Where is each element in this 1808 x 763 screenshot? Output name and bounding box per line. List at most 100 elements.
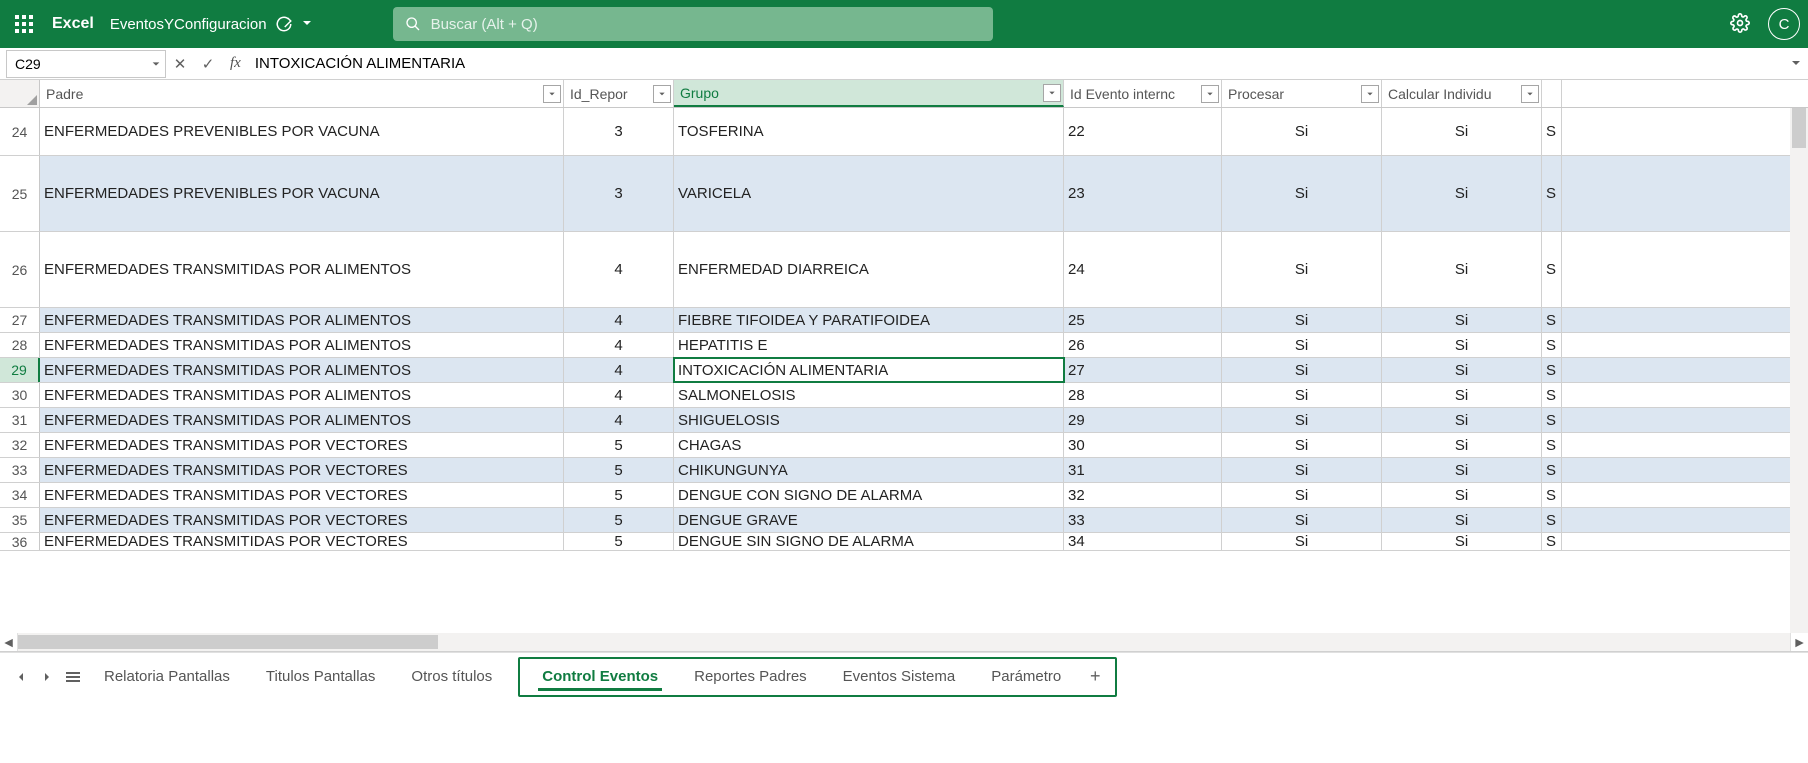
cell-last[interactable]: S (1542, 156, 1562, 231)
cell-idrep[interactable]: 5 (564, 458, 674, 482)
cell-grupo[interactable]: CHIKUNGUNYA (674, 458, 1064, 482)
cell-idevt[interactable]: 27 (1064, 358, 1222, 382)
cell-padre[interactable]: ENFERMEDADES TRANSMITIDAS POR VECTORES (40, 508, 564, 532)
app-launcher-icon[interactable] (8, 8, 40, 40)
expand-formula-bar-icon[interactable] (1784, 56, 1808, 72)
filter-dropdown-icon[interactable] (1361, 85, 1379, 103)
sheet-tab[interactable]: Reportes Padres (676, 659, 825, 695)
search-input[interactable] (431, 16, 981, 33)
column-header-idrep[interactable]: Id_Repor (564, 80, 674, 107)
tab-nav-prev-icon[interactable] (8, 664, 34, 690)
cell-padre[interactable]: ENFERMEDADES PREVENIBLES POR VACUNA (40, 156, 564, 231)
cell-idrep[interactable]: 4 (564, 383, 674, 407)
cell-proc[interactable]: Si (1222, 232, 1382, 307)
settings-icon[interactable] (1730, 13, 1750, 36)
row-header[interactable]: 31 (0, 408, 40, 432)
sheet-tab[interactable]: Otros títulos (393, 657, 510, 697)
cell-idevt[interactable]: 29 (1064, 408, 1222, 432)
select-all-corner[interactable] (0, 80, 40, 107)
cell-calc[interactable]: Si (1382, 383, 1542, 407)
cell-proc[interactable]: Si (1222, 433, 1382, 457)
cell-padre[interactable]: ENFERMEDADES TRANSMITIDAS POR VECTORES (40, 533, 564, 550)
cell-idrep[interactable]: 5 (564, 483, 674, 507)
filter-dropdown-icon[interactable] (1043, 84, 1061, 102)
cell-calc[interactable]: Si (1382, 308, 1542, 332)
cell-grupo[interactable]: DENGUE SIN SIGNO DE ALARMA (674, 533, 1064, 550)
row-header[interactable]: 24 (0, 108, 40, 155)
cell-proc[interactable]: Si (1222, 483, 1382, 507)
filter-dropdown-icon[interactable] (653, 85, 671, 103)
user-avatar[interactable]: C (1768, 8, 1800, 40)
cell-calc[interactable]: Si (1382, 508, 1542, 532)
cell-idevt[interactable]: 28 (1064, 383, 1222, 407)
filter-dropdown-icon[interactable] (1201, 85, 1219, 103)
scroll-right-icon[interactable]: ► (1790, 633, 1808, 651)
sheet-tab[interactable]: Control Eventos (524, 659, 676, 695)
cell-idevt[interactable]: 24 (1064, 232, 1222, 307)
cell-proc[interactable]: Si (1222, 508, 1382, 532)
column-header-grupo[interactable]: Grupo (674, 80, 1064, 107)
cell-padre[interactable]: ENFERMEDADES TRANSMITIDAS POR ALIMENTOS (40, 333, 564, 357)
cell-calc[interactable]: Si (1382, 358, 1542, 382)
cell-proc[interactable]: Si (1222, 383, 1382, 407)
cell-last[interactable]: S (1542, 433, 1562, 457)
column-header-calc[interactable]: Calcular Individu (1382, 80, 1542, 107)
cancel-formula-icon[interactable]: ✕ (166, 55, 194, 73)
row-header[interactable]: 25 (0, 156, 40, 231)
name-box-dropdown-icon[interactable] (151, 56, 161, 72)
row-header[interactable]: 29 (0, 358, 40, 382)
name-box[interactable]: C29 (6, 50, 166, 78)
cell-calc[interactable]: Si (1382, 232, 1542, 307)
cell-idrep[interactable]: 4 (564, 358, 674, 382)
all-sheets-icon[interactable] (60, 664, 86, 690)
cell-padre[interactable]: ENFERMEDADES TRANSMITIDAS POR ALIMENTOS (40, 358, 564, 382)
search-box[interactable] (393, 7, 993, 41)
cell-idevt[interactable]: 26 (1064, 333, 1222, 357)
formula-input[interactable] (249, 48, 1784, 79)
cell-proc[interactable]: Si (1222, 108, 1382, 155)
cell-proc[interactable]: Si (1222, 458, 1382, 482)
cell-padre[interactable]: ENFERMEDADES TRANSMITIDAS POR ALIMENTOS (40, 408, 564, 432)
cell-calc[interactable]: Si (1382, 333, 1542, 357)
h-scroll-track[interactable] (18, 633, 1790, 651)
column-header-padre[interactable]: Padre (40, 80, 564, 107)
add-sheet-button[interactable]: + (1079, 666, 1111, 687)
cell-padre[interactable]: ENFERMEDADES TRANSMITIDAS POR VECTORES (40, 483, 564, 507)
row-header[interactable]: 30 (0, 383, 40, 407)
sheet-tab[interactable]: Parámetro (973, 659, 1079, 695)
column-header-proc[interactable]: Procesar (1222, 80, 1382, 107)
fx-icon[interactable]: fx (222, 55, 249, 72)
cell-idrep[interactable]: 4 (564, 333, 674, 357)
cell-idrep[interactable]: 4 (564, 232, 674, 307)
cell-grupo[interactable]: SALMONELOSIS (674, 383, 1064, 407)
v-scroll-thumb[interactable] (1792, 108, 1806, 148)
cell-idevt[interactable]: 30 (1064, 433, 1222, 457)
cell-calc[interactable]: Si (1382, 533, 1542, 550)
tab-nav-next-icon[interactable] (34, 664, 60, 690)
column-header-idevt[interactable]: Id Evento internc (1064, 80, 1222, 107)
cell-grupo[interactable]: VARICELA (674, 156, 1064, 231)
cell-calc[interactable]: Si (1382, 108, 1542, 155)
cell-calc[interactable]: Si (1382, 408, 1542, 432)
cell-calc[interactable]: Si (1382, 433, 1542, 457)
cell-last[interactable]: S (1542, 358, 1562, 382)
cell-idevt[interactable]: 34 (1064, 533, 1222, 550)
filter-dropdown-icon[interactable] (543, 85, 561, 103)
cell-idevt[interactable]: 33 (1064, 508, 1222, 532)
cell-proc[interactable]: Si (1222, 358, 1382, 382)
cell-grupo[interactable]: HEPATITIS E (674, 333, 1064, 357)
h-scroll-thumb[interactable] (18, 635, 438, 649)
row-header[interactable]: 32 (0, 433, 40, 457)
sheet-tab[interactable]: Eventos Sistema (825, 659, 974, 695)
cell-idevt[interactable]: 25 (1064, 308, 1222, 332)
document-dropdown-icon[interactable] (301, 16, 313, 32)
cell-proc[interactable]: Si (1222, 533, 1382, 550)
cell-proc[interactable]: Si (1222, 156, 1382, 231)
cell-idrep[interactable]: 5 (564, 508, 674, 532)
row-header[interactable]: 34 (0, 483, 40, 507)
document-name[interactable]: EventosYConfiguracion (110, 16, 267, 33)
cell-calc[interactable]: Si (1382, 483, 1542, 507)
cell-last[interactable]: S (1542, 533, 1562, 550)
cell-grupo[interactable]: ENFERMEDAD DIARREICA (674, 232, 1064, 307)
cell-padre[interactable]: ENFERMEDADES TRANSMITIDAS POR VECTORES (40, 433, 564, 457)
